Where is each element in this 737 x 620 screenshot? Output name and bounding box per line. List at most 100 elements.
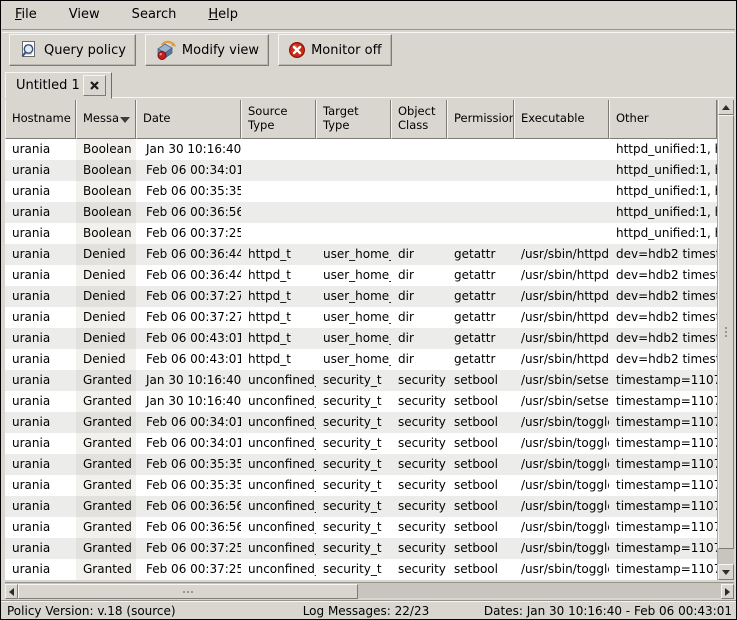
table-cell: Feb 06 00:37:25 [136,223,241,244]
scroll-down-button[interactable] [718,564,734,580]
table-row[interactable]: uraniaGrantedJan 30 10:16:40unconfined_s… [5,391,717,412]
table-cell: Boolean [76,139,136,160]
table-cell [391,223,447,244]
table-row[interactable]: uraniaGrantedFeb 06 00:37:25unconfined_s… [5,538,717,559]
table-cell: Granted [76,391,136,412]
scroll-up-button[interactable] [718,99,734,115]
table-cell: /usr/sbin/toggle [514,559,609,580]
column-label: Hostname [12,112,71,126]
column-label: Messa [83,112,119,126]
table-cell: security_t [316,412,391,433]
vertical-scrollbar[interactable] [717,99,734,580]
query-policy-button[interactable]: Query policy [9,34,136,66]
table-row[interactable]: uraniaDeniedFeb 06 00:36:44httpd_tuser_h… [5,265,717,286]
modify-view-button[interactable]: Modify view [145,34,269,66]
table-row[interactable]: uraniaDeniedFeb 06 00:43:01httpd_tuser_h… [5,328,717,349]
table-cell: Feb 06 00:34:01 [136,412,241,433]
column-header-object-class[interactable]: Object Class [391,99,447,139]
menu-search[interactable]: Search [128,4,181,25]
table-row[interactable]: uraniaGrantedFeb 06 00:35:35unconfined_s… [5,454,717,475]
table-header: HostnameMessaDateSource TypeTarget TypeO… [5,99,717,139]
column-header-other[interactable]: Other [609,99,717,139]
table-row[interactable]: uraniaGrantedFeb 06 00:34:01unconfined_s… [5,412,717,433]
monitor-off-button[interactable]: Monitor off [278,34,391,66]
column-header-executable[interactable]: Executable [514,99,609,139]
table-cell: setbool [447,559,514,580]
table-row[interactable]: uraniaGrantedFeb 06 00:35:35unconfined_s… [5,475,717,496]
table-cell: Denied [76,349,136,370]
table-row[interactable]: uraniaGrantedFeb 06 00:36:56unconfined_s… [5,517,717,538]
horizontal-scrollbar[interactable] [5,582,734,598]
table-cell: urania [5,307,76,328]
table-cell: Boolean [76,181,136,202]
column-header-hostname[interactable]: Hostname [5,99,76,139]
table-cell: security [391,370,447,391]
column-header-permission[interactable]: Permission [447,99,514,139]
column-header-source-type[interactable]: Source Type [241,99,316,139]
table-row[interactable]: uraniaBooleanFeb 06 00:37:25httpd_unifie… [5,223,717,244]
query-policy-icon [19,40,39,60]
column-header-date[interactable]: Date [136,99,241,139]
table-cell: timestamp=11071 [609,370,717,391]
table-cell: /usr/sbin/setseb [514,391,609,412]
table-cell: Granted [76,496,136,517]
table-cell: urania [5,559,76,580]
menu-file[interactable]: File [11,4,41,25]
table-cell: urania [5,538,76,559]
table-cell: Feb 06 00:37:25 [136,538,241,559]
tab-close-button[interactable] [83,75,106,96]
table-row[interactable]: uraniaBooleanFeb 06 00:34:01httpd_unifie… [5,160,717,181]
table-cell: urania [5,475,76,496]
column-label: Date [143,112,171,126]
table-cell: Denied [76,286,136,307]
menu-view[interactable]: View [65,4,104,25]
table-row[interactable]: uraniaBooleanFeb 06 00:36:56httpd_unifie… [5,202,717,223]
table-cell: /usr/sbin/httpd [514,286,609,307]
table-cell: security [391,538,447,559]
table-cell: httpd_t [241,286,316,307]
table-cell: Feb 06 00:37:27 [136,286,241,307]
table-row[interactable]: uraniaGrantedFeb 06 00:36:56unconfined_s… [5,496,717,517]
table-cell: urania [5,181,76,202]
horizontal-scroll-thumb[interactable] [18,584,358,599]
table-cell: httpd_t [241,328,316,349]
table-cell: dev=hdb2 timesta [609,286,717,307]
table-row[interactable]: uraniaBooleanJan 30 10:16:40httpd_unifie… [5,139,717,160]
arrow-right-icon [725,588,730,596]
table-cell: timestamp=11076 [609,454,717,475]
table-row[interactable]: uraniaGrantedFeb 06 00:34:01unconfined_s… [5,433,717,454]
column-label: Object Class [398,105,435,133]
table-cell: Denied [76,244,136,265]
scroll-left-button[interactable] [5,584,18,599]
table-cell: security [391,391,447,412]
table-cell: Granted [76,517,136,538]
scroll-right-button[interactable] [721,584,734,599]
table-row[interactable]: uraniaGrantedJan 30 10:16:40unconfined_s… [5,370,717,391]
table-row[interactable]: uraniaDeniedFeb 06 00:43:01httpd_tuser_h… [5,349,717,370]
table-row[interactable]: uraniaGrantedFeb 06 00:37:25unconfined_s… [5,559,717,580]
table-row[interactable]: uraniaBooleanFeb 06 00:35:35httpd_unifie… [5,181,717,202]
table-cell: urania [5,265,76,286]
table-cell [391,160,447,181]
table-row[interactable]: uraniaDeniedFeb 06 00:37:27httpd_tuser_h… [5,307,717,328]
table-cell: unconfined_ [241,517,316,538]
table-cell: /usr/sbin/httpd [514,265,609,286]
table-row[interactable]: uraniaDeniedFeb 06 00:37:27httpd_tuser_h… [5,286,717,307]
table-cell: /usr/sbin/httpd [514,349,609,370]
table-cell: Granted [76,559,136,580]
menu-help[interactable]: Help [204,4,242,25]
table-row[interactable]: uraniaDeniedFeb 06 00:36:44httpd_tuser_h… [5,244,717,265]
column-header-target-type[interactable]: Target Type [316,99,391,139]
vertical-scroll-thumb[interactable] [718,115,734,549]
log-messages-status: Log Messages: 22/23 [303,604,430,618]
table-cell: dir [391,265,447,286]
table-cell: urania [5,328,76,349]
table-cell: user_home_ [316,349,391,370]
table-cell: Feb 06 00:36:56 [136,496,241,517]
tab-untitled-1[interactable]: Untitled 1 [5,72,112,99]
table-cell: timestamp=11076 [609,496,717,517]
table-cell: Feb 06 00:36:56 [136,517,241,538]
table-cell: Jan 30 10:16:40 [136,391,241,412]
table-cell: urania [5,517,76,538]
column-header-messa[interactable]: Messa [76,99,136,139]
